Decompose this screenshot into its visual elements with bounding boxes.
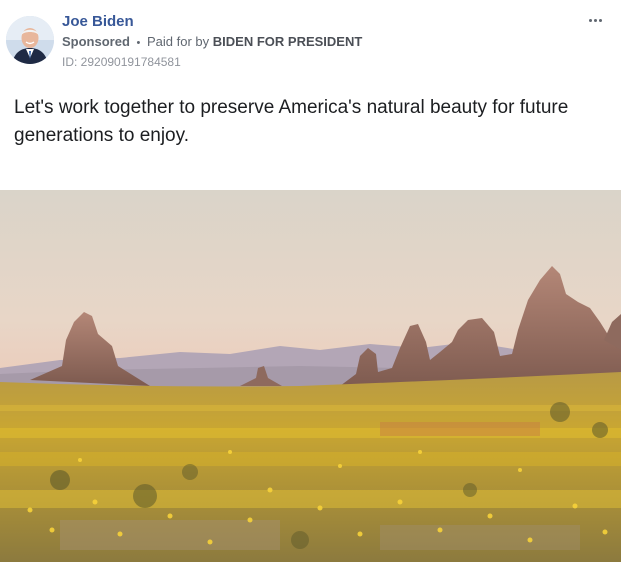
avatar-image bbox=[6, 16, 54, 64]
paid-for-by-name: BIDEN FOR PRESIDENT bbox=[212, 34, 363, 49]
more-dot bbox=[588, 18, 592, 22]
more-dot bbox=[598, 18, 602, 22]
sponsored-label: Sponsored bbox=[62, 34, 130, 49]
more-options-icon[interactable] bbox=[583, 10, 607, 30]
author-name[interactable]: Joe Biden bbox=[62, 12, 134, 32]
post-image[interactable] bbox=[0, 190, 621, 562]
sponsored-post: Joe Biden Sponsored • Paid for by BIDEN … bbox=[0, 0, 621, 562]
meta-separator: • bbox=[136, 37, 141, 49]
post-message: Let's work together to preserve America'… bbox=[14, 97, 569, 146]
paid-for-prefix: Paid for by bbox=[147, 34, 210, 49]
ad-id: ID: 292090191784581 bbox=[62, 55, 181, 69]
desert-landscape-image bbox=[0, 190, 621, 562]
author-avatar[interactable] bbox=[6, 16, 54, 64]
more-dot bbox=[593, 18, 597, 22]
ad-meta: Sponsored • Paid for by BIDEN FOR PRESID… bbox=[62, 33, 362, 52]
